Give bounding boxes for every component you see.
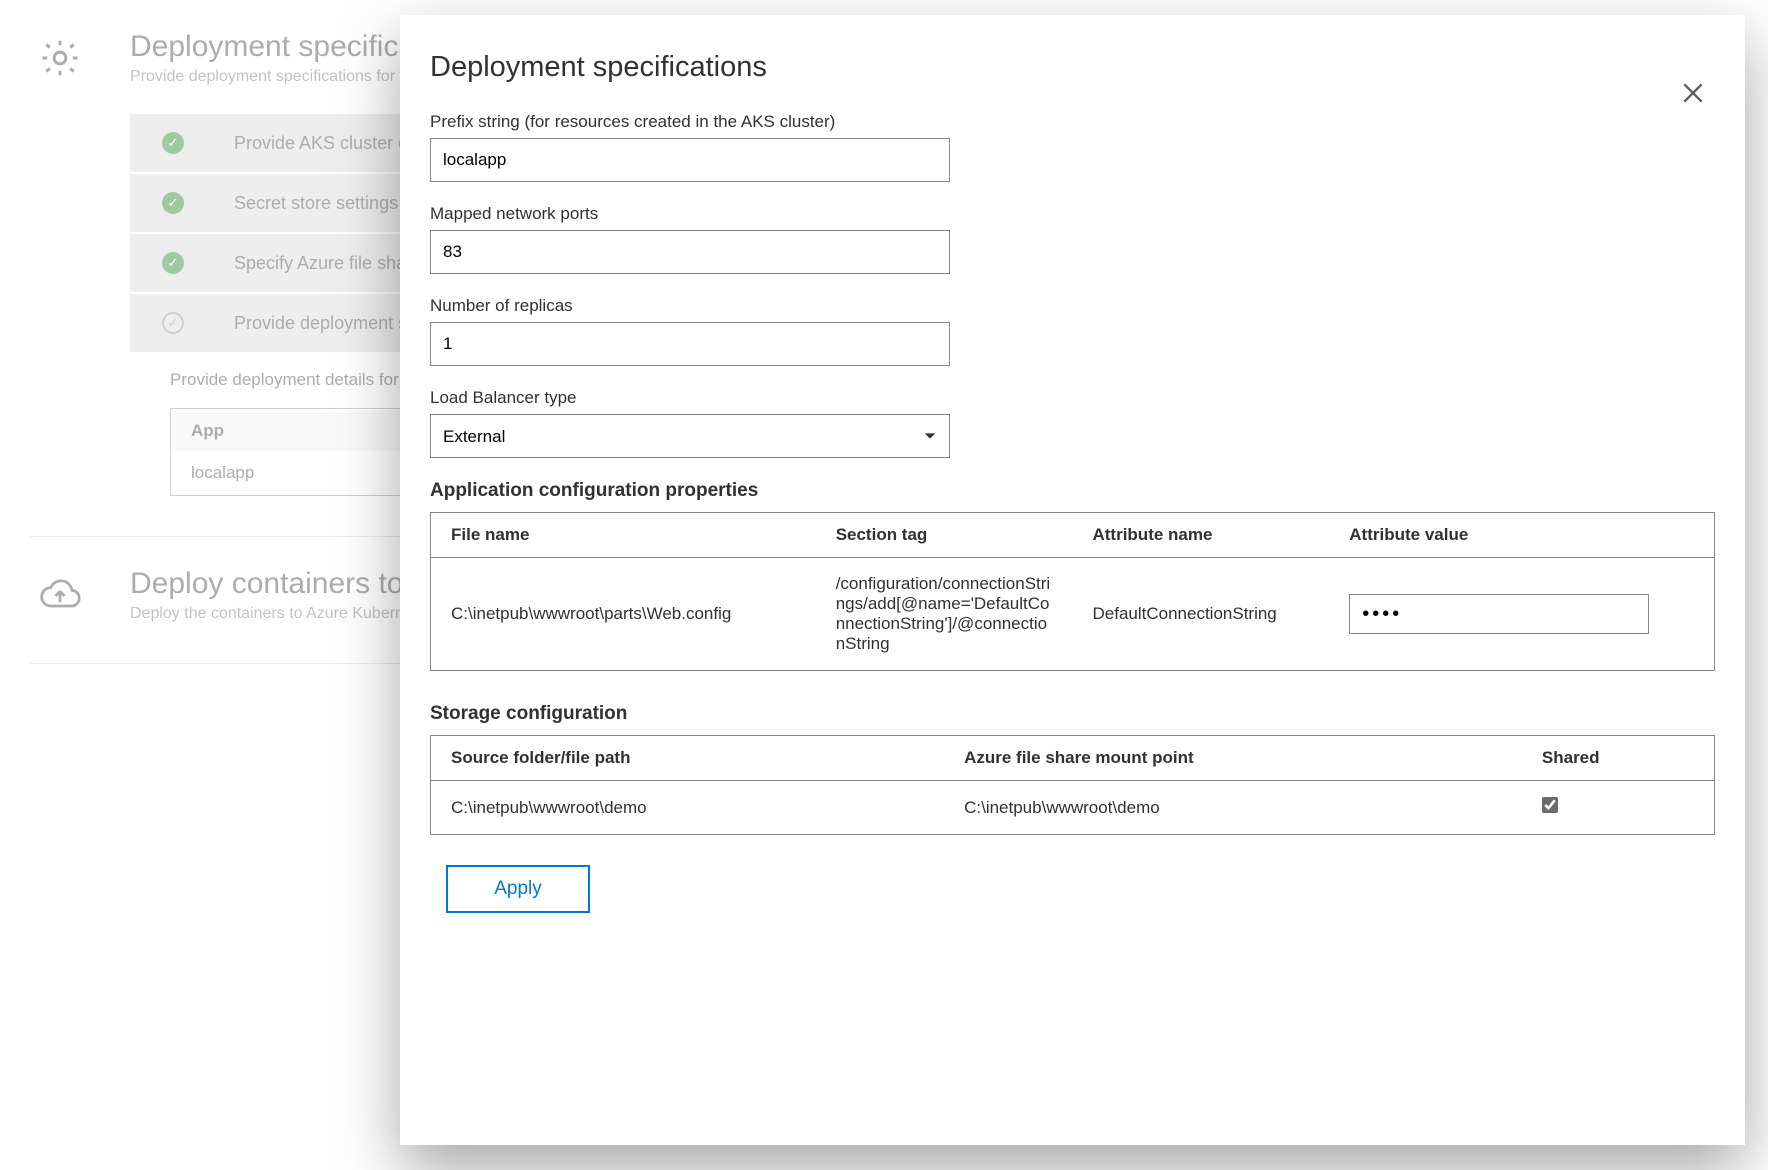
table-row: C:\inetpub\wwwroot\demo C:\inetpub\wwwro… — [431, 781, 1715, 835]
lb-select[interactable]: External — [430, 414, 950, 458]
storage-table: Source folder/file path Azure file share… — [430, 735, 1715, 835]
appcfg-attr: DefaultConnectionString — [1072, 558, 1329, 671]
table-row: C:\inetpub\wwwroot\parts\Web.config /con… — [431, 558, 1715, 671]
appcfg-heading: Application configuration properties — [430, 480, 1715, 502]
close-button[interactable] — [1675, 75, 1711, 111]
prefix-input[interactable] — [430, 138, 950, 182]
storage-col-src: Source folder/file path — [431, 736, 945, 781]
ports-input[interactable] — [430, 230, 950, 274]
appcfg-col-attrval: Attribute value — [1329, 513, 1714, 558]
replicas-label: Number of replicas — [430, 296, 1715, 316]
appcfg-value-input[interactable] — [1349, 594, 1649, 634]
deployment-spec-modal: Deployment specifications Prefix string … — [400, 15, 1745, 1145]
appcfg-file: C:\inetpub\wwwroot\parts\Web.config — [431, 558, 816, 671]
lb-label: Load Balancer type — [430, 388, 1715, 408]
appcfg-section: /configuration/connectionStrings/add[@na… — [816, 558, 1073, 671]
appcfg-col-attrname: Attribute name — [1072, 513, 1329, 558]
storage-src: C:\inetpub\wwwroot\demo — [431, 781, 945, 835]
storage-heading: Storage configuration — [430, 703, 1715, 725]
ports-label: Mapped network ports — [430, 204, 1715, 224]
storage-col-mount: Azure file share mount point — [944, 736, 1522, 781]
apply-button[interactable]: Apply — [446, 865, 590, 913]
appcfg-col-file: File name — [431, 513, 816, 558]
appcfg-col-section: Section tag — [816, 513, 1073, 558]
prefix-label: Prefix string (for resources created in … — [430, 112, 1715, 132]
storage-shared-checkbox[interactable] — [1542, 797, 1558, 813]
storage-mount: C:\inetpub\wwwroot\demo — [944, 781, 1522, 835]
appcfg-table: File name Section tag Attribute name Att… — [430, 512, 1715, 671]
close-icon — [1680, 80, 1706, 106]
storage-col-shared: Shared — [1522, 736, 1715, 781]
modal-title: Deployment specifications — [430, 51, 1715, 84]
replicas-input[interactable] — [430, 322, 950, 366]
